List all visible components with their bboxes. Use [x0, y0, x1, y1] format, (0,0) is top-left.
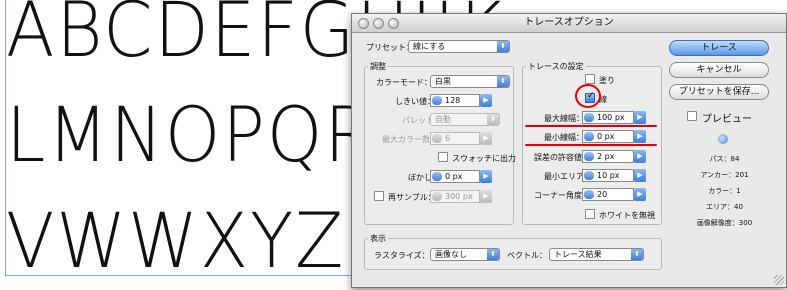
trace-settings-title: トレースの設定: [526, 61, 586, 72]
path-fitting-field[interactable]: 2 px ▶: [582, 150, 646, 163]
view-group-title: 表示: [368, 233, 388, 244]
max-stroke-value: 100 px: [597, 113, 625, 122]
annotation-underline: [525, 125, 657, 127]
chevron-right-icon[interactable]: ▶: [634, 169, 646, 182]
stepper-icon[interactable]: [432, 172, 442, 181]
raster-value: 画像なし: [435, 250, 467, 259]
trace-stats: パス：84 アンカー：201 カラー：1 エリア：40 画像解像度：300: [662, 132, 787, 252]
ignore-white-checkbox[interactable]: [585, 209, 595, 219]
fill-label: 塗り: [599, 76, 615, 85]
vector-select[interactable]: トレース結果 ⬍: [549, 248, 644, 261]
max-colors-field: 6 ▶: [430, 132, 492, 145]
dialog-titlebar[interactable]: トレースオプション: [352, 14, 786, 33]
trace-button[interactable]: トレース: [669, 40, 769, 56]
threshold-value: 128: [445, 96, 461, 105]
stat-paths: パス：84: [709, 155, 740, 163]
corner-angle-field[interactable]: 20 ▶: [582, 188, 646, 201]
stat-anchors: アンカー：201: [700, 171, 749, 179]
preview-checkbox[interactable]: [687, 111, 697, 121]
stepper-icon[interactable]: [584, 190, 594, 199]
max-stroke-label: 最大線幅：: [544, 114, 584, 123]
chevron-updown-icon: ⬍: [487, 114, 499, 125]
stepper-icon: [432, 192, 442, 201]
fill-checkbox[interactable]: [585, 74, 595, 84]
preview-label: プレビュー: [702, 114, 752, 125]
save-preset-button[interactable]: プリセットを保存...: [669, 84, 769, 100]
stat-areas: エリア：40: [706, 203, 743, 211]
min-area-field[interactable]: 10 px ▶: [582, 169, 646, 182]
stepper-icon[interactable]: [584, 171, 594, 180]
min-stroke-label: 最小線幅：: [544, 133, 584, 142]
max-colors-value: 6: [445, 134, 451, 143]
min-stroke-value: 0 px: [597, 132, 615, 141]
raster-select[interactable]: 画像なし ⬍: [430, 248, 500, 261]
annotation-underline: [525, 144, 657, 146]
max-stroke-field[interactable]: 100 px ▶: [582, 111, 646, 124]
chevron-updown-icon: ⬍: [631, 249, 643, 260]
preset-value: 線にする: [413, 42, 446, 51]
resample-value: 300 px: [445, 192, 473, 201]
chevron-right-icon: ▶: [480, 190, 492, 203]
stepper-icon: [432, 134, 442, 143]
raster-label: ラスタライズ：: [374, 251, 430, 260]
cancel-button[interactable]: キャンセル: [669, 62, 769, 78]
minimize-window-icon[interactable]: [373, 18, 384, 29]
output-swatches-checkbox[interactable]: [438, 152, 448, 162]
stat-resolution: 画像解像度：300: [696, 219, 753, 227]
color-mode-value: 白黒: [435, 77, 451, 86]
threshold-label: しきい値：: [395, 97, 435, 106]
chevron-right-icon[interactable]: ▶: [480, 94, 492, 107]
preset-select[interactable]: 線にする ⬍: [408, 40, 510, 53]
traced-letters-row-3: VWWXYZ: [6, 196, 346, 285]
resample-field: 300 px ▶: [430, 190, 492, 203]
close-window-icon[interactable]: [358, 18, 369, 29]
palette-select: 自動 ⬍: [430, 113, 500, 126]
vector-value: トレース結果: [554, 250, 602, 259]
min-stroke-field[interactable]: 0 px ▶: [582, 130, 646, 143]
path-fitting-value: 2 px: [597, 152, 615, 161]
trace-options-dialog: トレースオプション プリセット： 線にする ⬍ 調整 カラーモード： 白黒 ⬍ …: [351, 13, 787, 288]
chevron-right-icon[interactable]: ▶: [480, 170, 492, 183]
min-area-value: 10 px: [597, 171, 620, 180]
chevron-right-icon: ▶: [480, 132, 492, 145]
color-mode-select[interactable]: 白黒 ⬍: [430, 75, 510, 88]
color-mode-label: カラーモード：: [376, 78, 432, 87]
stepper-icon[interactable]: [432, 96, 442, 105]
output-swatches-label: スウォッチに出力: [452, 154, 516, 163]
chevron-updown-icon: ⬍: [497, 41, 509, 52]
chevron-right-icon[interactable]: ▶: [634, 188, 646, 201]
stepper-icon[interactable]: [584, 152, 594, 161]
chevron-right-icon[interactable]: ▶: [634, 130, 646, 143]
blur-value: 0 px: [445, 172, 463, 181]
chevron-right-icon[interactable]: ▶: [634, 150, 646, 163]
chevron-updown-icon: ⬍: [487, 249, 499, 260]
preset-label: プリセット：: [366, 43, 414, 52]
threshold-field[interactable]: 128 ▶: [430, 94, 492, 107]
stepper-icon[interactable]: [584, 113, 594, 122]
blur-field[interactable]: 0 px ▶: [430, 170, 492, 183]
corner-angle-value: 20: [597, 190, 608, 199]
resample-checkbox[interactable]: [374, 191, 384, 201]
vector-label: ベクトル：: [507, 251, 547, 260]
palette-value: 自動: [435, 115, 451, 124]
stat-colors: カラー：1: [708, 187, 741, 195]
info-icon: [718, 134, 728, 144]
zoom-window-icon[interactable]: [388, 18, 399, 29]
adjust-group-title: 調整: [368, 61, 388, 72]
resize-grip-icon[interactable]: [774, 275, 784, 285]
chevron-right-icon[interactable]: ▶: [634, 111, 646, 124]
ignore-white-label: ホワイトを無視: [599, 211, 655, 220]
stepper-icon[interactable]: [584, 132, 594, 141]
dialog-title: トレースオプション: [524, 17, 614, 28]
resample-label: 再サンプル：: [388, 193, 436, 202]
chevron-updown-icon: ⬍: [497, 76, 509, 87]
annotation-circle: [575, 84, 601, 108]
